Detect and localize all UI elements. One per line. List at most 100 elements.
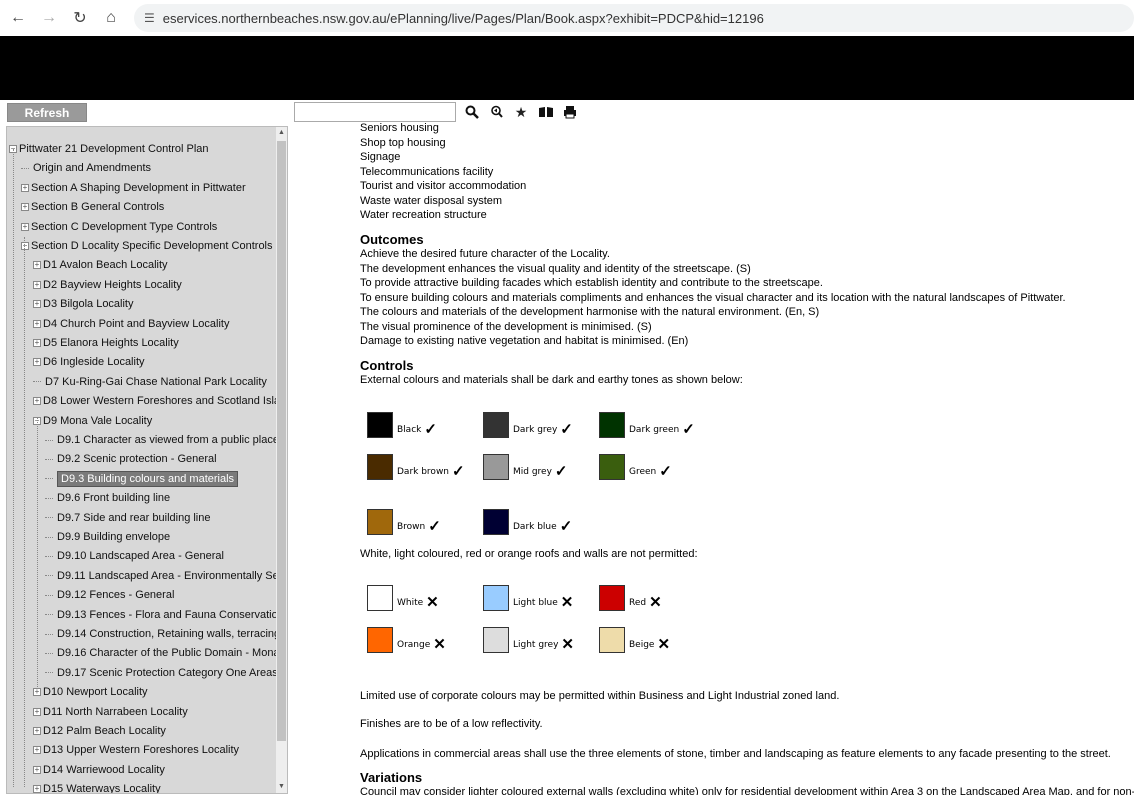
tree-item[interactable]: + D4 Church Point and Bayview Locality bbox=[33, 316, 229, 332]
tree-item[interactable]: + D15 Waterways Locality bbox=[33, 781, 161, 793]
tree-connector bbox=[45, 497, 53, 499]
site-banner bbox=[0, 36, 1134, 100]
print-icon[interactable] bbox=[561, 103, 579, 121]
tree-item[interactable]: + Section A Shaping Development in Pittwa… bbox=[21, 180, 246, 196]
expand-icon[interactable]: + bbox=[33, 765, 41, 774]
expand-icon[interactable]: + bbox=[21, 183, 29, 192]
home-icon[interactable]: ⌂ bbox=[98, 5, 124, 31]
tree-item[interactable]: + D10 Newport Locality bbox=[33, 684, 148, 700]
check-icon: ✓ bbox=[659, 463, 672, 480]
tree-item[interactable]: + D14 Warriewood Locality bbox=[33, 762, 165, 778]
outcome-item: The visual prominence of the development… bbox=[360, 320, 652, 333]
expand-icon[interactable]: + bbox=[33, 727, 41, 736]
refresh-button[interactable]: Refresh bbox=[7, 103, 87, 122]
colour-box bbox=[483, 585, 509, 611]
expand-icon[interactable]: + bbox=[33, 688, 41, 697]
tree-item[interactable]: D9.11 Landscaped Area - Environmentally … bbox=[45, 568, 277, 584]
tree-item[interactable]: + Section B General Controls bbox=[21, 199, 164, 215]
expand-icon[interactable]: + bbox=[33, 319, 41, 328]
tree-item[interactable]: D9.9 Building envelope bbox=[45, 529, 170, 545]
tree-connector bbox=[45, 555, 53, 557]
tree-item[interactable]: + D2 Bayview Heights Locality bbox=[33, 277, 182, 293]
cross-icon: ✕ bbox=[649, 594, 662, 611]
expand-icon[interactable]: + bbox=[33, 785, 41, 793]
back-icon[interactable]: ← bbox=[5, 5, 31, 31]
expand-icon[interactable]: + bbox=[33, 300, 41, 309]
tree-item[interactable]: D9.10 Landscaped Area - General bbox=[45, 548, 224, 564]
tree-item[interactable]: D9.14 Construction, Retaining walls, ter… bbox=[45, 626, 277, 642]
tree-item[interactable]: − D9 Mona Vale Locality bbox=[33, 413, 152, 429]
tree-item[interactable]: + D12 Palm Beach Locality bbox=[33, 723, 166, 739]
tree-connector bbox=[45, 672, 53, 674]
search-input[interactable] bbox=[294, 102, 456, 122]
tree-item[interactable]: + D13 Upper Western Foreshores Locality bbox=[33, 742, 239, 758]
search-previous-icon[interactable] bbox=[487, 103, 505, 121]
tree-item[interactable]: + D8 Lower Western Foreshores and Scotlan… bbox=[33, 393, 277, 409]
tree-item[interactable]: Origin and Amendments bbox=[21, 160, 151, 176]
tree-guide-line bbox=[37, 417, 38, 687]
tree-item[interactable]: D7 Ku-Ring-Gai Chase National Park Local… bbox=[33, 374, 267, 390]
check-icon: ✓ bbox=[452, 463, 465, 480]
colour-name: White bbox=[397, 598, 424, 608]
tree-item[interactable]: D9.12 Fences - General bbox=[45, 587, 174, 603]
outcome-item: To provide attractive building facades w… bbox=[360, 277, 823, 289]
tree-item[interactable]: D9.3 Building colours and materials bbox=[45, 470, 239, 487]
colour-name: Mid grey bbox=[513, 467, 552, 477]
expand-icon[interactable]: + bbox=[33, 261, 41, 270]
tree-item[interactable]: D9.7 Side and rear building line bbox=[45, 510, 211, 526]
tree-scrollbar[interactable]: ▲ ▼ bbox=[276, 127, 287, 793]
outcome-item: The development enhances the visual qual… bbox=[360, 262, 751, 275]
expand-icon[interactable]: + bbox=[33, 746, 41, 755]
tree-item[interactable]: D9.16 Character of the Public Domain - M… bbox=[45, 645, 277, 661]
tree-item-label: D9.1 Character as viewed from a public p… bbox=[57, 434, 277, 446]
tree-item[interactable]: + D1 Avalon Beach Locality bbox=[33, 257, 168, 273]
site-info-icon[interactable]: ☰ bbox=[144, 11, 155, 25]
tree-connector bbox=[33, 381, 41, 383]
scroll-down-icon[interactable]: ▼ bbox=[276, 781, 287, 793]
cross-icon: ✕ bbox=[560, 594, 574, 611]
search-icon[interactable] bbox=[463, 103, 481, 121]
tree-item[interactable]: − Section D Locality Specific Development… bbox=[21, 238, 273, 254]
outcome-item: Damage to existing native vegetation and… bbox=[360, 335, 689, 347]
paragraph: Finishes are to be of a low reflectivity… bbox=[360, 718, 543, 730]
tree-item[interactable]: D9.1 Character as viewed from a public p… bbox=[45, 432, 277, 448]
scroll-thumb[interactable] bbox=[277, 141, 286, 741]
star-icon[interactable]: ★ bbox=[512, 103, 530, 121]
tree-item-label: D9.12 Fences - General bbox=[57, 589, 175, 602]
expand-icon[interactable]: + bbox=[33, 358, 41, 367]
tree-item[interactable]: + D5 Elanora Heights Locality bbox=[33, 335, 179, 351]
section-heading-variations: Variations bbox=[360, 770, 423, 785]
tree-item[interactable]: D9.6 Front building line bbox=[45, 490, 170, 506]
outcome-item: The colours and materials of the develop… bbox=[360, 306, 820, 318]
tree-item[interactable]: + D11 North Narrabeen Locality bbox=[33, 704, 188, 720]
expand-icon[interactable]: + bbox=[33, 280, 41, 289]
document-tree: − Pittwater 21 Development Control Plan Or… bbox=[7, 127, 277, 793]
reload-icon[interactable]: ↻ bbox=[67, 5, 93, 31]
tree-item-label: D3 Bilgola Locality bbox=[43, 298, 134, 311]
tree-item[interactable]: D9.13 Fences - Flora and Fauna Conservat… bbox=[45, 607, 277, 623]
expand-icon[interactable]: + bbox=[33, 397, 41, 406]
tree-item[interactable]: − Pittwater 21 Development Control Plan bbox=[9, 141, 209, 157]
expand-icon[interactable]: + bbox=[21, 222, 29, 231]
tree-connector bbox=[45, 633, 53, 635]
tree-item[interactable]: D9.17 Scenic Protection Category One Are… bbox=[45, 665, 277, 681]
collapse-icon[interactable]: − bbox=[21, 242, 29, 251]
address-bar[interactable]: ☰ eservices.northernbeaches.nsw.gov.au/e… bbox=[134, 4, 1134, 32]
not-permitted-intro: White, light coloured, red or orange roo… bbox=[360, 548, 698, 560]
tree-guide-line bbox=[24, 237, 25, 787]
forward-icon[interactable]: → bbox=[36, 5, 62, 31]
expand-icon[interactable]: + bbox=[33, 707, 41, 716]
tree-item[interactable]: + D3 Bilgola Locality bbox=[33, 296, 134, 312]
colour-box bbox=[367, 454, 393, 480]
colour-swatch: Brown ✓ bbox=[367, 509, 441, 535]
scroll-up-icon[interactable]: ▲ bbox=[276, 127, 287, 139]
tree-item[interactable]: + D6 Ingleside Locality bbox=[33, 354, 145, 370]
tree-item[interactable]: + Section C Development Type Controls bbox=[21, 219, 217, 235]
tree-connector bbox=[45, 458, 53, 460]
tree-item-label: D1 Avalon Beach Locality bbox=[43, 259, 168, 272]
expand-icon[interactable]: + bbox=[33, 339, 41, 348]
book-icon[interactable] bbox=[537, 103, 555, 121]
colour-name: Dark grey bbox=[513, 425, 558, 435]
expand-icon[interactable]: + bbox=[21, 203, 29, 212]
tree-item[interactable]: D9.2 Scenic protection - General bbox=[45, 451, 217, 467]
